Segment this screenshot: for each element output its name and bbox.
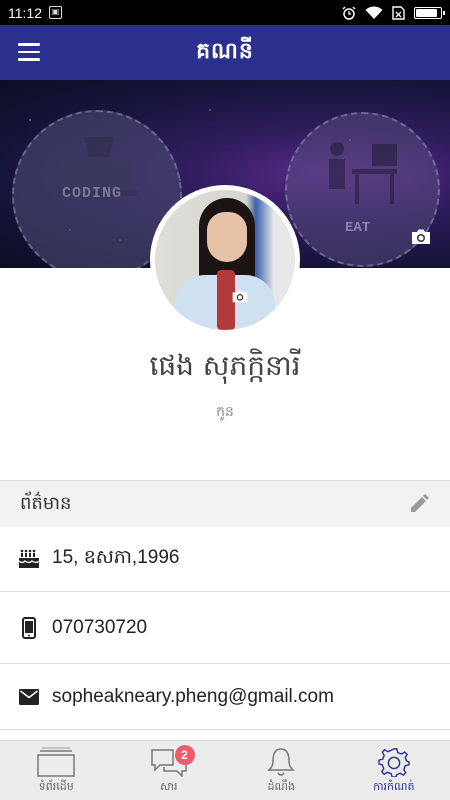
birthday-value: 15, ឧសភា,1996 [52, 547, 180, 568]
status-bar: 11:12 ▣ [0, 0, 450, 25]
home-icon [37, 747, 75, 777]
alarm-icon [342, 6, 356, 20]
email-row: sopheakneary.pheng@gmail.com [0, 664, 450, 730]
avatar[interactable] [150, 185, 300, 335]
hamburger-menu-icon[interactable] [18, 43, 40, 61]
phone-row: 070730720 [0, 592, 450, 664]
phone-icon [18, 616, 40, 639]
battery-icon [414, 6, 445, 19]
status-time: 11:12 [8, 4, 42, 21]
profile-role: កូន [216, 404, 234, 420]
phone-value: 070730720 [52, 616, 148, 638]
nav-notifications[interactable]: ដំណឹង [225, 741, 338, 800]
nav-notifications-label: ដំណឹង [267, 780, 295, 793]
profile-name: ផេង សុភក្កិនារី [149, 349, 301, 382]
app-bar: គណនី [0, 25, 450, 80]
bottom-nav: ទំព័រដើម 2 សារ ដំណឹង ការកំណត់ [0, 740, 450, 800]
avatar-camera-icon[interactable] [231, 289, 249, 304]
cake-icon [18, 549, 40, 569]
info-section-header: ព័ត៌មាន [0, 480, 450, 527]
settings-icon [378, 748, 410, 777]
image-notification-icon: ▣ [49, 6, 62, 19]
status-icons [342, 5, 445, 20]
birthday-row: 15, ឧសភា,1996 [0, 527, 450, 592]
messages-badge: 2 [174, 745, 195, 765]
cover-camera-icon[interactable] [410, 228, 432, 246]
nav-messages-label: សារ [160, 780, 178, 793]
pencil-icon[interactable] [408, 493, 430, 515]
no-sim-icon [392, 5, 405, 20]
desk-illustration [329, 142, 397, 204]
nav-settings-label: ការកំណត់ [373, 780, 415, 793]
nav-settings[interactable]: ការកំណត់ [338, 741, 450, 800]
profile-photo [155, 190, 295, 330]
cover-eat-label: EAT [345, 220, 371, 236]
mail-icon [18, 688, 40, 705]
email-value: sopheakneary.pheng@gmail.com [52, 685, 334, 707]
info-section-title: ព័ត៌មាន [20, 492, 72, 514]
wifi-icon [365, 5, 383, 19]
bell-icon [267, 748, 296, 776]
page-title: គណនី [196, 38, 254, 64]
nav-messages[interactable]: 2 សារ [113, 741, 226, 800]
cover-coding-label: CODING [62, 185, 123, 202]
nav-home[interactable]: ទំព័រដើម [0, 741, 113, 800]
nav-home-label: ទំព័រដើម [38, 780, 74, 793]
